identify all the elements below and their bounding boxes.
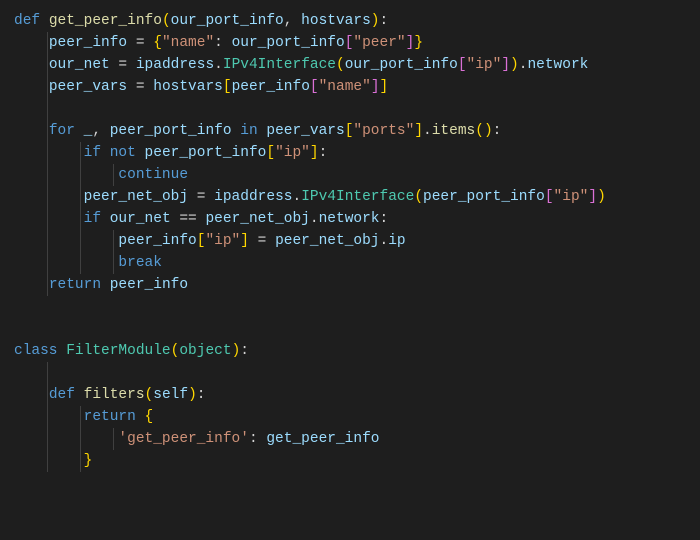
code-line: if not peer_port_info["ip"]: — [14, 145, 327, 161]
code-line: return { — [14, 409, 153, 425]
code-line: peer_info["ip"] = peer_net_obj.ip — [14, 233, 406, 249]
code-line: break — [14, 255, 162, 271]
code-editor: def get_peer_info(our_port_info, hostvar… — [0, 0, 700, 482]
code-line: 'get_peer_info': get_peer_info — [14, 431, 379, 447]
code-line: peer_info = {"name": our_port_info["peer… — [14, 35, 423, 51]
code-line: class FilterModule(object): — [14, 343, 249, 359]
code-line: def filters(self): — [14, 387, 205, 403]
code-line: peer_net_obj = ipaddress.IPv4Interface(p… — [14, 189, 606, 205]
code-line: for _, peer_port_info in peer_vars["port… — [14, 123, 501, 139]
code-line: def get_peer_info(our_port_info, hostvar… — [14, 13, 388, 29]
code-line: return peer_info — [14, 277, 188, 293]
code-line: our_net = ipaddress.IPv4Interface(our_po… — [14, 57, 588, 73]
code-line: } — [14, 453, 92, 469]
code-line: continue — [14, 167, 188, 183]
code-line: if our_net == peer_net_obj.network: — [14, 211, 388, 227]
code-line: peer_vars = hostvars[peer_info["name"]] — [14, 79, 388, 95]
